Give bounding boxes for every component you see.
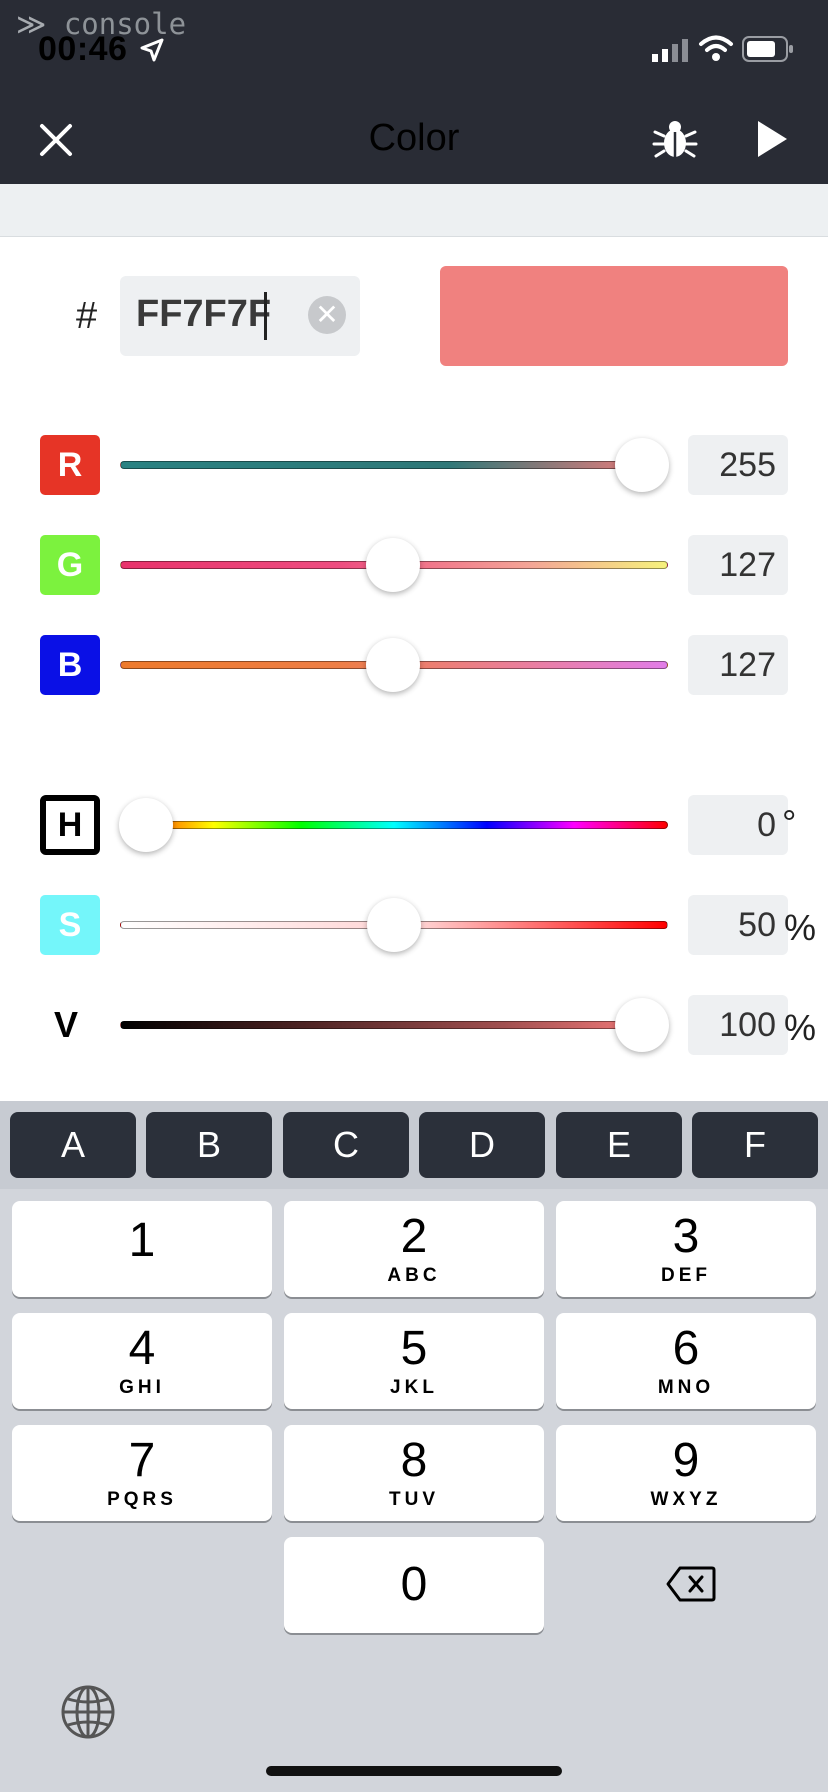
slider-g-knob[interactable]: [366, 538, 420, 592]
unit-percent-v: %: [784, 1007, 817, 1048]
value-v[interactable]: 100: [688, 995, 788, 1055]
key-digit: 7: [128, 1434, 156, 1487]
slider-r-track[interactable]: [120, 461, 668, 469]
key-5[interactable]: 5 JKL: [284, 1313, 544, 1409]
key-digit: 9: [672, 1434, 700, 1487]
slider-h-track[interactable]: [120, 821, 668, 829]
slider-h-knob[interactable]: [119, 798, 173, 852]
hex-key-c[interactable]: C: [283, 1112, 409, 1178]
key-digit: 8: [400, 1434, 428, 1487]
key-digit: 6: [672, 1322, 700, 1375]
key-4[interactable]: 4 GHI: [12, 1313, 272, 1409]
color-preview: [440, 266, 788, 366]
page-title: Color: [368, 117, 460, 159]
key-letters: DEF: [661, 1265, 711, 1286]
slider-b-knob[interactable]: [366, 638, 420, 692]
slider-v-knob[interactable]: [615, 998, 669, 1052]
unit-percent-s: %: [784, 907, 817, 948]
hex-key-a[interactable]: A: [10, 1112, 136, 1178]
key-letters: WXYZ: [650, 1489, 722, 1510]
clear-icon[interactable]: ✕: [308, 296, 346, 334]
chip-r: R: [40, 435, 100, 495]
hex-key-f[interactable]: F: [692, 1112, 818, 1178]
value-b[interactable]: 127: [688, 635, 788, 695]
key-digit: 3: [672, 1210, 700, 1263]
key-6[interactable]: 6 MNO: [556, 1313, 816, 1409]
value-r[interactable]: 255: [688, 435, 788, 495]
key-digit: 5: [400, 1322, 428, 1375]
console-bar[interactable]: [0, 184, 828, 237]
key-letters: TUV: [389, 1489, 439, 1510]
hex-input-value: FF7F7F: [136, 293, 272, 335]
hash-label: #: [76, 295, 98, 337]
value-h[interactable]: 0: [688, 795, 788, 855]
hex-key-e[interactable]: E: [556, 1112, 682, 1178]
label-v: V: [54, 1004, 79, 1045]
key-letters: GHI: [119, 1377, 165, 1398]
unit-degrees: °: [782, 802, 797, 843]
chip-s: S: [40, 895, 100, 955]
key-letters: JKL: [390, 1377, 438, 1398]
hex-key-d[interactable]: D: [419, 1112, 545, 1178]
key-7[interactable]: 7 PQRS: [12, 1425, 272, 1521]
value-s[interactable]: 50: [688, 895, 788, 955]
console-toggle[interactable]: ≫ console: [16, 7, 186, 41]
slider-v-track[interactable]: [120, 1021, 668, 1029]
chip-g: G: [40, 535, 100, 595]
play-icon[interactable]: [754, 118, 790, 160]
chip-b: B: [40, 635, 100, 695]
key-digit: 1: [128, 1214, 156, 1267]
key-digit: 0: [400, 1558, 428, 1611]
key-0[interactable]: 0: [284, 1537, 544, 1633]
backspace-icon[interactable]: [666, 1566, 716, 1602]
value-g[interactable]: 127: [688, 535, 788, 595]
chip-h: H: [40, 795, 100, 855]
hex-key-b[interactable]: B: [146, 1112, 272, 1178]
key-2[interactable]: 2 ABC: [284, 1201, 544, 1297]
bug-icon[interactable]: [652, 116, 698, 162]
wifi-icon: [699, 35, 733, 61]
text-caret: [264, 292, 267, 340]
key-digit: 4: [128, 1322, 156, 1375]
key-1[interactable]: 1: [12, 1201, 272, 1297]
slider-r-knob[interactable]: [615, 438, 669, 492]
key-8[interactable]: 8 TUV: [284, 1425, 544, 1521]
battery-icon: [742, 36, 793, 62]
globe-icon[interactable]: [60, 1684, 116, 1740]
slider-s-knob[interactable]: [367, 898, 421, 952]
console-label: console: [63, 7, 187, 41]
key-letters: ABC: [387, 1265, 441, 1286]
key-digit: 2: [400, 1210, 428, 1263]
chevron-right-icon: ≫: [16, 7, 47, 41]
key-9[interactable]: 9 WXYZ: [556, 1425, 816, 1521]
key-3[interactable]: 3 DEF: [556, 1201, 816, 1297]
key-letters: PQRS: [107, 1489, 177, 1510]
home-indicator: [266, 1766, 562, 1776]
signal-icon: [652, 39, 688, 62]
key-letters: MNO: [657, 1377, 715, 1398]
